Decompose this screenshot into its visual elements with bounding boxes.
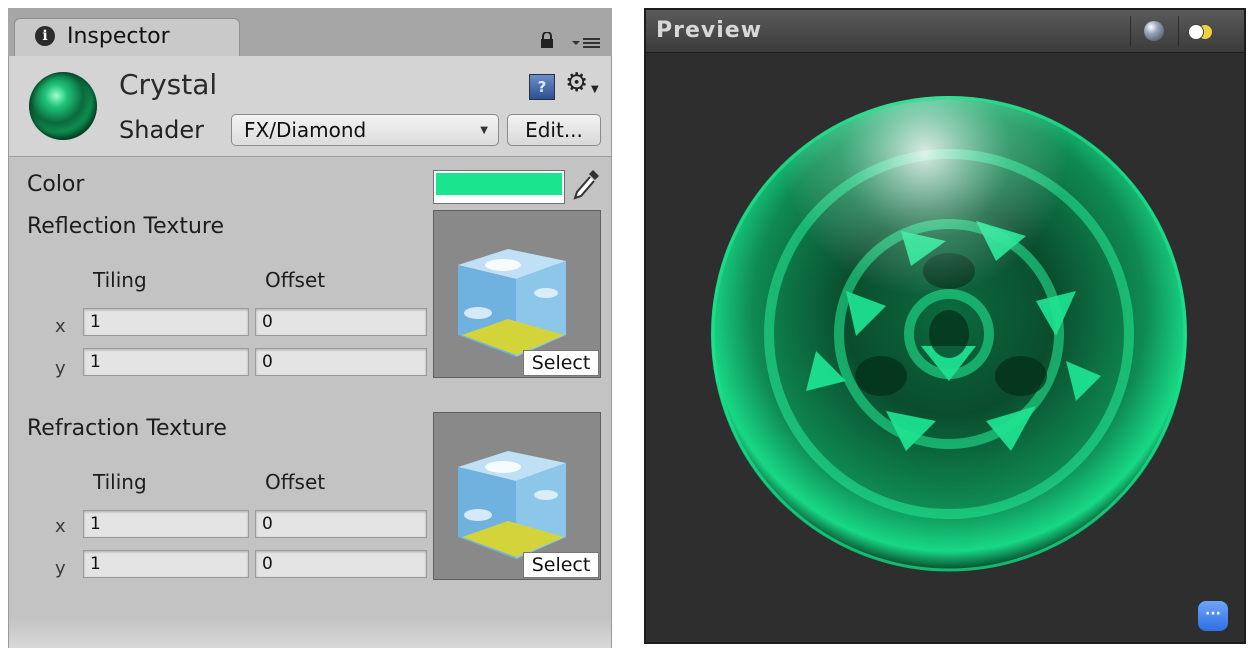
refraction-y-label: y	[55, 558, 66, 579]
color-field[interactable]	[433, 170, 565, 204]
reflection-y-label: y	[55, 358, 66, 379]
tab-inspector[interactable]: i Inspector	[14, 18, 240, 58]
reflection-select-button[interactable]: Select	[523, 350, 599, 376]
eyedropper-icon[interactable]	[569, 166, 603, 204]
material-thumbnail	[29, 72, 97, 140]
refraction-texture-slot[interactable]: Select	[433, 412, 601, 580]
inspector-body: Crystal ? ⚙ ▼ Shader FX/Diamond ▼ Edit..…	[8, 56, 612, 648]
preview-light-button[interactable]	[1178, 16, 1225, 46]
refraction-offset-label: Offset	[265, 470, 326, 494]
skybox-cube-icon	[458, 249, 566, 357]
lock-icon[interactable]	[540, 32, 554, 48]
preview-header: Preview	[646, 10, 1244, 53]
reflection-tiling-x-field[interactable]: 1	[83, 308, 249, 336]
reflection-texture-slot[interactable]: Select	[433, 210, 601, 378]
gear-icon[interactable]: ⚙	[565, 68, 588, 98]
shader-dropdown-value: FX/Diamond	[244, 118, 367, 142]
reflection-tiling-label: Tiling	[93, 268, 147, 292]
refraction-tiling-label: Tiling	[93, 470, 147, 494]
preview-panel: Preview ···	[640, 0, 1250, 648]
refraction-x-label: x	[55, 516, 66, 537]
shader-label: Shader	[119, 116, 205, 144]
sphere-preview-icon	[1144, 21, 1164, 41]
refraction-tiling-y-field[interactable]: 1	[83, 550, 249, 578]
gem-sphere-preview	[711, 96, 1187, 572]
chevron-down-icon: ▼	[480, 125, 488, 136]
help-icon[interactable]: ?	[529, 74, 555, 100]
refraction-texture-label: Refraction Texture	[27, 416, 227, 441]
refraction-offset-x-field[interactable]: 0	[255, 510, 427, 538]
menu-icon[interactable]	[570, 36, 602, 50]
refraction-select-button[interactable]: Select	[523, 552, 599, 578]
info-icon: i	[35, 26, 55, 46]
material-header: Crystal ? ⚙ ▼ Shader FX/Diamond ▼ Edit..…	[9, 56, 611, 157]
preview-frame: Preview ···	[644, 8, 1246, 644]
gear-caret-icon: ▼	[591, 84, 599, 95]
material-name: Crystal	[119, 68, 218, 101]
preview-canvas[interactable]: ···	[646, 53, 1244, 642]
color-label: Color	[27, 172, 85, 197]
refraction-tiling-x-field[interactable]: 1	[83, 510, 249, 538]
reflection-offset-x-field[interactable]: 0	[255, 308, 427, 336]
reflection-texture-label: Reflection Texture	[27, 214, 224, 239]
inspector-panel: i Inspector Crystal ? ⚙ ▼ Shader FX/Diam…	[0, 0, 622, 648]
light-toggle-icon-white	[1188, 24, 1204, 40]
skybox-cube-icon	[458, 451, 566, 559]
reflection-offset-y-field[interactable]: 0	[255, 348, 427, 376]
preview-shape-button[interactable]	[1130, 16, 1177, 46]
refraction-offset-y-field[interactable]: 0	[255, 550, 427, 578]
edit-shader-button[interactable]: Edit...	[507, 114, 601, 146]
preview-title: Preview	[656, 18, 763, 43]
more-options-icon[interactable]: ···	[1198, 601, 1228, 631]
shader-dropdown[interactable]: FX/Diamond ▼	[231, 114, 499, 146]
inspector-footer	[9, 618, 611, 648]
reflection-offset-label: Offset	[265, 268, 326, 292]
reflection-tiling-y-field[interactable]: 1	[83, 348, 249, 376]
color-fill	[436, 173, 562, 195]
reflection-x-label: x	[55, 316, 66, 337]
tab-inspector-label: Inspector	[67, 24, 170, 49]
